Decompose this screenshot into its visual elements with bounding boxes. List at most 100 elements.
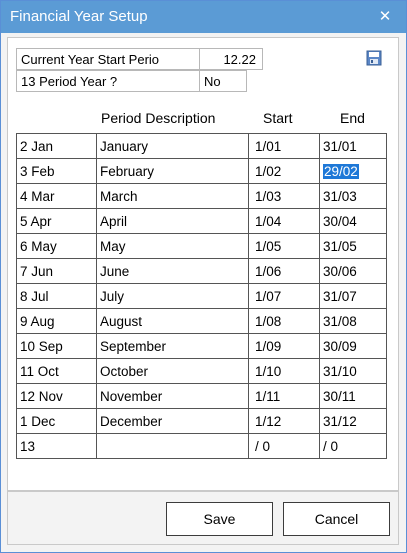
period-cell-text: 4 Mar [20, 188, 55, 204]
description-cell[interactable]: April [96, 208, 249, 234]
period-cell[interactable]: 5 Apr [16, 208, 97, 234]
title-bar: Financial Year Setup ✕ [1, 1, 406, 33]
end-cell[interactable]: 30/06 [319, 258, 387, 284]
start-cell-text: 1/12 [255, 413, 282, 429]
period-cell-text: 6 May [20, 238, 57, 254]
save-disk-icon[interactable] [366, 50, 382, 66]
header-end: End [340, 110, 365, 126]
close-icon[interactable]: ✕ [374, 6, 396, 28]
period-cell[interactable]: 2 Jan [16, 133, 97, 159]
end-cell-text: 30/09 [323, 338, 357, 354]
start-cell[interactable]: 1/11 [248, 383, 320, 409]
period-cell[interactable]: 4 Mar [16, 183, 97, 209]
description-cell[interactable]: March [96, 183, 249, 209]
period-grid: 2 Jan January 1/01 31/01 3 Feb February 1/02 29… [16, 133, 387, 459]
period-cell[interactable]: 3 Feb [16, 158, 97, 184]
end-cell-text: 31/08 [323, 313, 357, 329]
description-cell-text: February [100, 163, 155, 179]
description-cell-text: September [100, 338, 167, 354]
period-row: 1 Dec December 1/12 31/12 [16, 408, 387, 434]
period-row: 6 May May 1/05 31/05 [16, 233, 387, 259]
start-cell[interactable]: 1/08 [248, 308, 320, 334]
end-cell[interactable]: 31/07 [319, 283, 387, 309]
description-cell[interactable]: October [96, 358, 249, 384]
end-cell-text: 31/07 [323, 288, 357, 304]
start-cell[interactable]: 1/10 [248, 358, 320, 384]
period-cell[interactable]: 9 Aug [16, 308, 97, 334]
end-cell[interactable]: 31/10 [319, 358, 387, 384]
start-cell[interactable]: 1/01 [248, 133, 320, 159]
end-cell[interactable]: 31/01 [319, 133, 387, 159]
start-period-input[interactable]: 12.22 [199, 48, 263, 70]
description-cell[interactable]: February [96, 158, 249, 184]
start-cell-text: 1/10 [255, 363, 282, 379]
period-cell-text: 12 Nov [20, 388, 63, 404]
period-cell[interactable]: 6 May [16, 233, 97, 259]
period-row: 10 Sep September 1/09 30/09 [16, 333, 387, 359]
description-cell-text: October [100, 363, 149, 379]
start-cell[interactable]: 1/03 [248, 183, 320, 209]
end-cell-text: 31/01 [323, 138, 357, 154]
description-cell[interactable] [96, 433, 249, 459]
description-cell[interactable]: September [96, 333, 249, 359]
start-cell[interactable]: 1/06 [248, 258, 320, 284]
period-cell[interactable]: 7 Jun [16, 258, 97, 284]
start-cell-text: 1/01 [255, 138, 282, 154]
period-cell[interactable]: 13 [16, 433, 97, 459]
period-row: 2 Jan January 1/01 31/01 [16, 133, 387, 159]
end-cell[interactable]: 30/04 [319, 208, 387, 234]
period-cell[interactable]: 1 Dec [16, 408, 97, 434]
window-title: Financial Year Setup [10, 8, 148, 25]
cancel-button[interactable]: Cancel [283, 502, 390, 536]
period-row: 11 Oct October 1/10 31/10 [16, 358, 387, 384]
period-cell[interactable]: 10 Sep [16, 333, 97, 359]
end-cell[interactable]: 29/02 [319, 158, 387, 184]
start-period-label: Current Year Start Perio [16, 48, 200, 70]
end-cell[interactable]: 31/03 [319, 183, 387, 209]
start-cell-text: / 0 [255, 438, 271, 454]
end-cell[interactable]: 30/09 [319, 333, 387, 359]
description-cell[interactable]: July [96, 283, 249, 309]
start-cell-text: 1/05 [255, 238, 282, 254]
start-cell-text: 1/04 [255, 213, 282, 229]
description-cell[interactable]: December [96, 408, 249, 434]
end-cell[interactable]: / 0 [319, 433, 387, 459]
period-row: 5 Apr April 1/04 30/04 [16, 208, 387, 234]
start-cell[interactable]: / 0 [248, 433, 320, 459]
end-cell[interactable]: 31/08 [319, 308, 387, 334]
start-cell[interactable]: 1/12 [248, 408, 320, 434]
end-cell-text: 30/06 [323, 263, 357, 279]
period-cell-text: 11 Oct [20, 363, 59, 379]
end-cell-text: 30/04 [323, 213, 357, 229]
save-button[interactable]: Save [166, 502, 273, 536]
description-cell[interactable]: May [96, 233, 249, 259]
start-cell[interactable]: 1/02 [248, 158, 320, 184]
period-row: 13 / 0 / 0 [16, 433, 387, 459]
description-cell[interactable]: January [96, 133, 249, 159]
start-cell[interactable]: 1/05 [248, 233, 320, 259]
end-cell-text: 31/12 [323, 413, 357, 429]
start-cell[interactable]: 1/07 [248, 283, 320, 309]
period-cell[interactable]: 12 Nov [16, 383, 97, 409]
end-cell[interactable]: 31/12 [319, 408, 387, 434]
description-cell-text: November [100, 388, 163, 404]
period-cell-text: 7 Jun [20, 263, 54, 279]
start-cell[interactable]: 1/04 [248, 208, 320, 234]
end-cell-text: 30/11 [323, 388, 356, 404]
period-cell[interactable]: 11 Oct [16, 358, 97, 384]
start-cell-text: 1/03 [255, 188, 282, 204]
end-cell[interactable]: 30/11 [319, 383, 387, 409]
description-cell[interactable]: June [96, 258, 249, 284]
end-cell-text: 29/02 [323, 163, 359, 179]
period-cell-text: 3 Feb [20, 163, 55, 179]
period13-input[interactable]: No [199, 70, 247, 92]
start-cell-text: 1/06 [255, 263, 282, 279]
description-cell[interactable]: November [96, 383, 249, 409]
header-start: Start [263, 110, 293, 126]
end-cell[interactable]: 31/05 [319, 233, 387, 259]
description-cell[interactable]: August [96, 308, 249, 334]
description-cell-text: June [100, 263, 130, 279]
button-bar: Save Cancel [7, 491, 399, 545]
period-cell[interactable]: 8 Jul [16, 283, 97, 309]
start-cell[interactable]: 1/09 [248, 333, 320, 359]
